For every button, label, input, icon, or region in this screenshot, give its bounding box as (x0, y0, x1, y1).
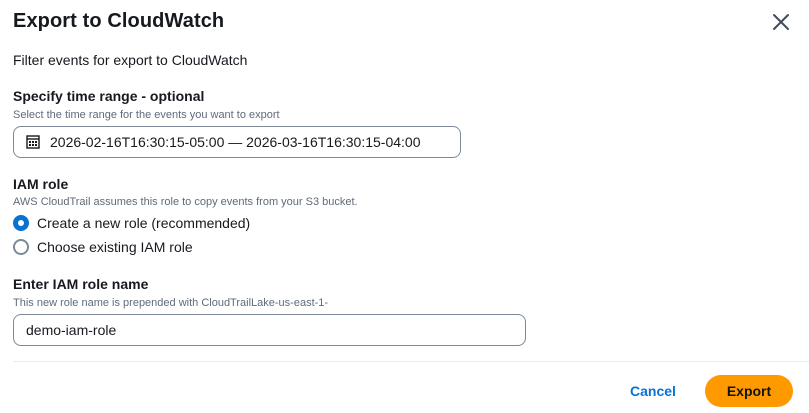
radio-create-new-role-label: Create a new role (recommended) (37, 215, 251, 231)
export-modal: Export to CloudWatch Filter events for e… (0, 0, 809, 413)
radio-choose-existing-role[interactable]: Choose existing IAM role (13, 239, 193, 255)
time-range-input[interactable]: 2026-02-16T16:30:15-05:00 — 2026-03-16T1… (13, 126, 461, 158)
modal-subtitle: Filter events for export to CloudWatch (13, 52, 248, 68)
cancel-button[interactable]: Cancel (622, 376, 684, 406)
time-range-description: Select the time range for the events you… (13, 109, 280, 121)
footer-divider (13, 361, 809, 362)
close-button[interactable] (768, 9, 794, 35)
close-icon (772, 13, 790, 31)
calendar-icon (26, 135, 40, 149)
role-name-label: Enter IAM role name (13, 276, 149, 292)
radio-checked-icon (13, 215, 29, 231)
role-name-value: demo-iam-role (26, 322, 117, 338)
role-name-input[interactable]: demo-iam-role (13, 314, 526, 346)
iam-role-label: IAM role (13, 176, 69, 192)
modal-title: Export to CloudWatch (13, 10, 225, 32)
role-name-description: This new role name is prepended with Clo… (13, 297, 329, 309)
iam-role-description: AWS CloudTrail assumes this role to copy… (13, 196, 358, 208)
time-range-label: Specify time range - optional (13, 88, 205, 104)
radio-unchecked-icon (13, 239, 29, 255)
export-button[interactable]: Export (705, 375, 793, 407)
radio-choose-existing-role-label: Choose existing IAM role (37, 239, 193, 255)
time-range-value: 2026-02-16T16:30:15-05:00 — 2026-03-16T1… (50, 134, 421, 150)
radio-create-new-role[interactable]: Create a new role (recommended) (13, 215, 250, 231)
